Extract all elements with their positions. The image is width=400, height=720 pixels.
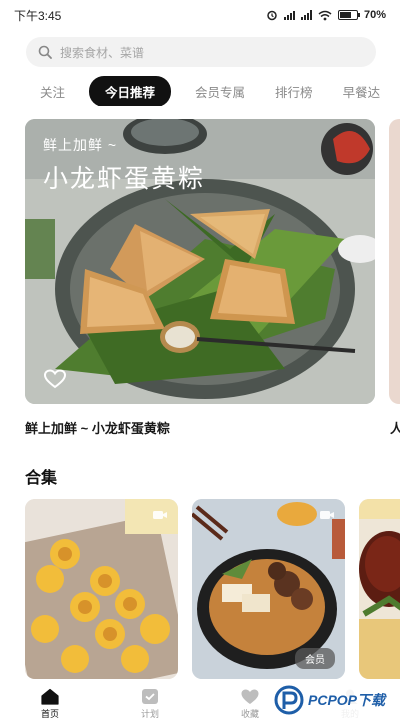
tab-today-recommend[interactable]: 今日推荐: [89, 76, 172, 106]
search-icon: [38, 45, 52, 59]
search-placeholder: 搜索食材、菜谱: [60, 45, 145, 60]
video-icon: [320, 511, 334, 519]
next-recipe-card-peek[interactable]: [389, 119, 400, 404]
featured-recipe-title[interactable]: 鲜上加鲜 ~ 小龙虾蛋黄粽: [25, 418, 170, 437]
collection-image-tarts: [25, 499, 178, 679]
status-bar: 下午3:45 70%: [0, 0, 400, 30]
tab-follow[interactable]: 关注: [40, 82, 65, 101]
hero-overlay-subtitle: 鲜上加鲜 ~: [43, 137, 118, 153]
wifi-icon: [318, 10, 332, 20]
nav-plan[interactable]: 计划: [120, 688, 180, 720]
like-heart-icon[interactable]: [43, 369, 67, 389]
tab-member-exclusive[interactable]: 会员专属: [195, 82, 245, 101]
tab-breakfast[interactable]: 早餐达: [343, 82, 381, 101]
home-icon: [41, 688, 59, 705]
plan-icon: [142, 689, 158, 704]
nav-home-label: 首页: [40, 709, 59, 719]
heart-icon: [241, 689, 259, 704]
featured-recipe-card[interactable]: 鲜上加鲜 ~ 小龙虾蛋黄粽: [25, 119, 375, 404]
nav-plan-label: 计划: [140, 709, 159, 719]
battery-icon: [337, 10, 360, 20]
collection-image-ribs: [359, 499, 400, 679]
category-tabs: 关注 今日推荐 会员专属 排行榜 早餐达: [0, 76, 400, 106]
nav-favorites[interactable]: 收藏: [220, 688, 280, 720]
nav-favorites-label: 收藏: [240, 709, 259, 719]
collection-card[interactable]: [359, 499, 400, 679]
watermark-text: PCPOP下载: [308, 692, 386, 708]
tab-ranking[interactable]: 排行榜: [275, 82, 313, 101]
status-icons: 70%: [266, 9, 386, 21]
alarm-icon: [267, 10, 277, 21]
signal2-icon: [300, 10, 312, 20]
signal-icon: [283, 10, 295, 20]
section-title-collections: 合集: [25, 470, 58, 487]
pcpop-logo: [274, 685, 304, 715]
member-badge: 会员: [295, 648, 335, 669]
watermark: PCPOP下载: [274, 682, 400, 718]
video-icon: [153, 511, 167, 519]
search-bar[interactable]: 搜索食材、菜谱: [26, 37, 376, 67]
collection-card[interactable]: 会员: [192, 499, 345, 679]
next-recipe-title-peek[interactable]: 人: [390, 418, 400, 437]
status-time: 下午3:45: [14, 8, 62, 23]
nav-home[interactable]: 首页: [20, 688, 80, 720]
collection-card[interactable]: [25, 499, 178, 679]
battery-percent: 70%: [363, 9, 386, 21]
hero-overlay-title: 小龙虾蛋黄粽: [43, 165, 206, 193]
